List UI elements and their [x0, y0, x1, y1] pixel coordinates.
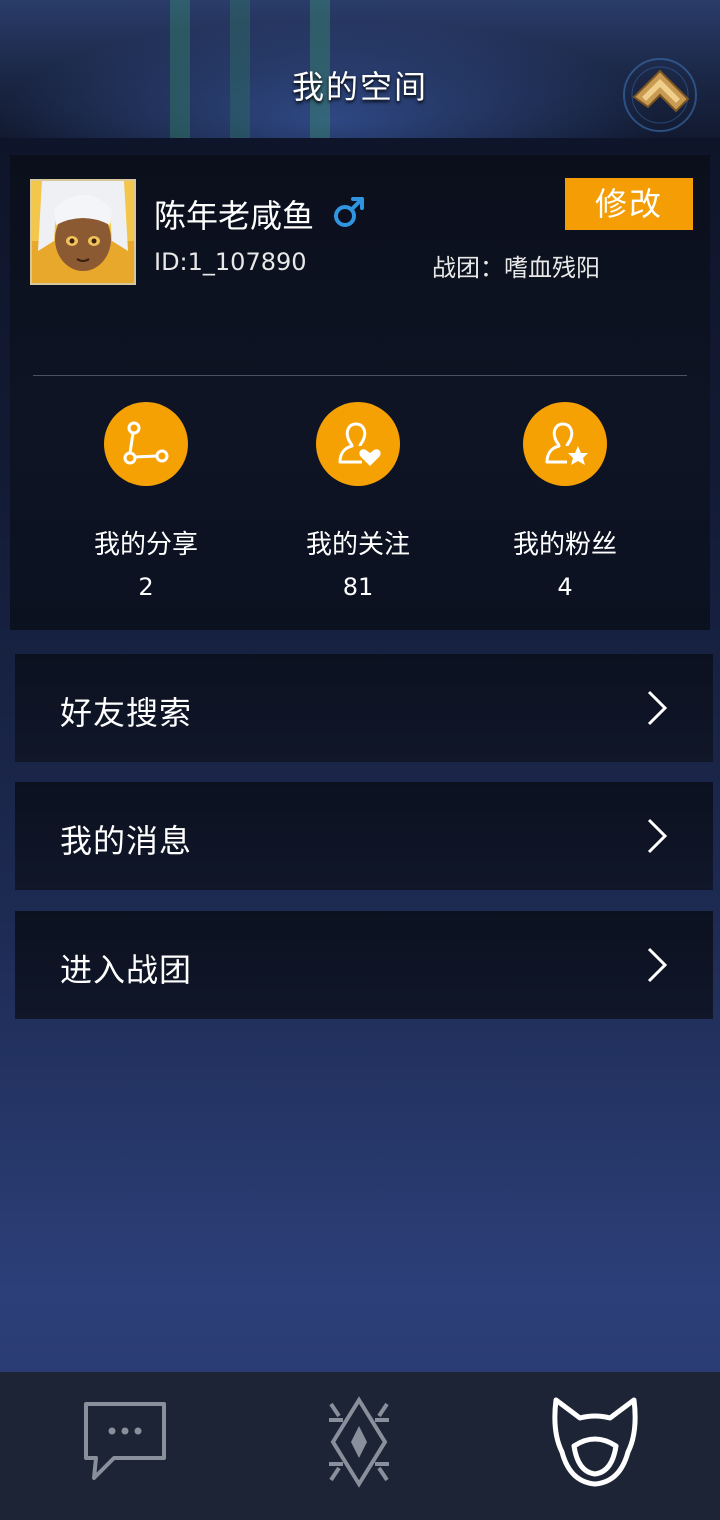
share-icon [104, 402, 188, 486]
profile-card: 陈年老咸鱼 ID:1_107890 战团：嗜血残阳 修改 我的分享 2 我的关注 [10, 155, 710, 630]
male-gender-icon [334, 197, 364, 227]
menu-item-label: 我的消息 [60, 822, 193, 860]
stat-my-shares[interactable]: 我的分享 2 [46, 402, 246, 601]
menu-item-enter-guild[interactable]: 进入战团 [15, 911, 713, 1019]
page-title: 我的空间 [291, 68, 428, 106]
edit-profile-button[interactable]: 修改 [565, 178, 693, 230]
avatar[interactable] [30, 179, 136, 285]
stat-label: 我的分享 [93, 530, 198, 560]
game-crystal-icon [329, 1396, 389, 1488]
cat-profile-icon [552, 1397, 638, 1487]
stat-count: 2 [138, 573, 154, 601]
fans-star-icon [523, 402, 607, 486]
tab-game[interactable] [305, 1392, 415, 1492]
menu-item-friend-search[interactable]: 好友搜索 [15, 654, 713, 762]
stat-label: 我的粉丝 [512, 530, 617, 560]
user-id: ID:1_107890 [154, 248, 307, 276]
avatar-image [32, 181, 134, 283]
stat-count: 81 [342, 573, 374, 601]
menu-item-my-messages[interactable]: 我的消息 [15, 782, 713, 890]
tab-chat[interactable] [70, 1392, 180, 1492]
home-icon [623, 58, 697, 132]
menu-item-label: 好友搜索 [60, 694, 193, 732]
tab-profile[interactable] [540, 1392, 650, 1492]
chat-icon [84, 1402, 166, 1480]
divider [33, 375, 687, 376]
guild-name: 战团：嗜血残阳 [432, 254, 600, 282]
top-header: 我的空间 [0, 0, 720, 138]
username: 陈年老咸鱼 [154, 197, 315, 235]
menu-item-label: 进入战团 [60, 951, 193, 989]
bottom-tab-bar [0, 1372, 720, 1520]
stat-my-follows[interactable]: 我的关注 81 [258, 402, 458, 601]
follow-heart-icon [316, 402, 400, 486]
chevron-right-icon [647, 690, 668, 726]
stat-label: 我的关注 [305, 530, 410, 560]
stat-count: 4 [557, 573, 573, 601]
chevron-right-icon [647, 947, 668, 983]
stat-my-fans[interactable]: 我的粉丝 4 [465, 402, 665, 601]
home-button[interactable] [620, 55, 700, 135]
chevron-right-icon [647, 818, 668, 854]
